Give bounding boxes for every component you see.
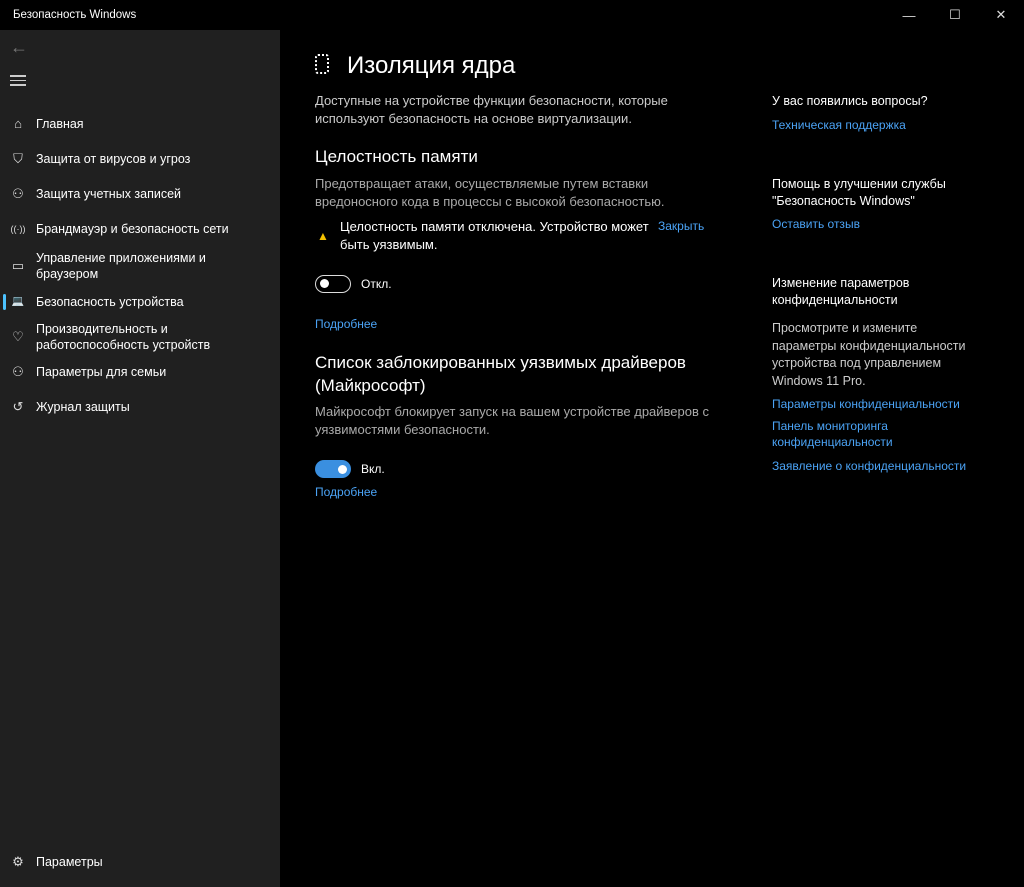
- wifi-icon: ((·)): [10, 223, 26, 234]
- sidebar-item-label: Управление приложениями и браузером: [36, 251, 206, 281]
- sidebar-item-label: Параметры для семьи: [36, 365, 167, 379]
- sidebar-item-history[interactable]: ↺ Журнал защиты: [0, 388, 280, 426]
- sidebar: ← ⌂ Главная ⛉ Защита от вирусов и угроз ⚇ З…: [0, 30, 280, 887]
- privacy-statement-link[interactable]: Заявление о конфиденциальности: [772, 457, 966, 476]
- questions-heading: У вас появились вопросы?: [772, 94, 928, 108]
- sidebar-item-account[interactable]: ⚇ Защита учетных записей: [0, 176, 280, 211]
- family-icon: ⚇: [12, 364, 24, 379]
- page-description: Доступные на устройстве функции безопасн…: [315, 93, 668, 126]
- memory-integrity-heading: Целостность памяти: [315, 147, 478, 166]
- privacy-heading: Изменение параметров конфиденциальности: [772, 276, 910, 307]
- nav-list: ⌂ Главная ⛉ Защита от вирусов и угроз ⚇ Защ…: [0, 110, 280, 426]
- memory-integrity-toggle-label: Откл.: [361, 277, 392, 291]
- memory-integrity-more-link[interactable]: Подробнее: [315, 317, 377, 331]
- shield-icon: ⛉: [13, 150, 23, 166]
- sidebar-item-apps[interactable]: ▭ Управление приложениями и браузером: [0, 246, 280, 286]
- sidebar-item-performance[interactable]: ♡ Производительность и работоспособность …: [0, 318, 280, 356]
- gear-icon: ⚙: [12, 854, 24, 869]
- sidebar-item-settings[interactable]: ⚙ Параметры: [0, 852, 280, 872]
- privacy-dashboard-link[interactable]: Панель мониторинга конфиденциальности: [772, 418, 922, 450]
- browser-icon: ▭: [11, 258, 25, 273]
- sidebar-item-family[interactable]: ⚇ Параметры для семьи: [0, 356, 280, 388]
- sidebar-item-firewall[interactable]: ((·)) Брандмауэр и безопасность сети: [0, 211, 280, 246]
- back-button[interactable]: ←: [10, 37, 28, 58]
- core-isolation-icon: [315, 54, 329, 74]
- menu-button[interactable]: [10, 72, 26, 89]
- sidebar-item-virus[interactable]: ⛉ Защита от вирусов и угроз: [0, 141, 280, 176]
- window-title: Безопасность Windows: [13, 9, 137, 21]
- support-link[interactable]: Техническая поддержка: [772, 116, 906, 135]
- person-icon: ⚇: [12, 185, 24, 201]
- page-title: Изоляция ядра: [347, 52, 516, 79]
- feedback-link[interactable]: Оставить отзыв: [772, 215, 860, 234]
- feedback-heading: Помощь в улучшении службы "Безопасность …: [772, 177, 946, 208]
- driver-blocklist-more-link[interactable]: Подробнее: [315, 485, 377, 499]
- maximize-button[interactable]: ☐: [932, 0, 978, 30]
- driver-blocklist-toggle-label: Вкл.: [361, 462, 385, 476]
- memory-integrity-description: Предотвращает атаки, осуществляемые путе…: [315, 176, 665, 209]
- memory-integrity-toggle[interactable]: [315, 275, 351, 293]
- driver-blocklist-heading: Список заблокированных уязвимых драйверо…: [315, 353, 686, 395]
- history-icon: ↺: [12, 399, 24, 414]
- heart-icon: ♡: [12, 329, 24, 344]
- dismiss-warning-link[interactable]: Закрыть: [658, 219, 704, 233]
- sidebar-item-label: Защита от вирусов и угроз: [36, 151, 191, 166]
- close-button[interactable]: ✕: [978, 0, 1024, 30]
- sidebar-item-label: Безопасность устройства: [36, 295, 184, 309]
- sidebar-item-home[interactable]: ⌂ Главная: [0, 110, 280, 137]
- sidebar-item-label: Параметры: [36, 855, 103, 869]
- privacy-settings-link[interactable]: Параметры конфиденциальности: [772, 395, 960, 414]
- minimize-button[interactable]: —: [886, 0, 932, 30]
- sidebar-item-device-security[interactable]: 💻 Безопасность устройства: [0, 286, 280, 318]
- sidebar-item-label: Производительность и работоспособность у…: [36, 322, 211, 352]
- driver-blocklist-toggle[interactable]: [315, 460, 351, 478]
- sidebar-item-label: Журнал защиты: [36, 400, 130, 414]
- sidebar-item-label: Главная: [36, 116, 84, 131]
- sidebar-item-label: Брандмауэр и безопасность сети: [36, 221, 229, 236]
- privacy-text: Просмотрите и измените параметры конфиде…: [772, 321, 966, 388]
- warning-icon: ▲: [317, 229, 329, 243]
- sidebar-item-label: Защита учетных записей: [36, 186, 182, 201]
- laptop-icon: 💻: [11, 296, 25, 307]
- memory-integrity-warning: Целостность памяти отключена. Устройство…: [340, 219, 649, 252]
- home-icon: ⌂: [14, 115, 22, 131]
- title-bar: Безопасность Windows — ☐ ✕: [0, 0, 1024, 30]
- driver-blocklist-description: Майкрософт блокирует запуск на вашем уст…: [315, 404, 710, 437]
